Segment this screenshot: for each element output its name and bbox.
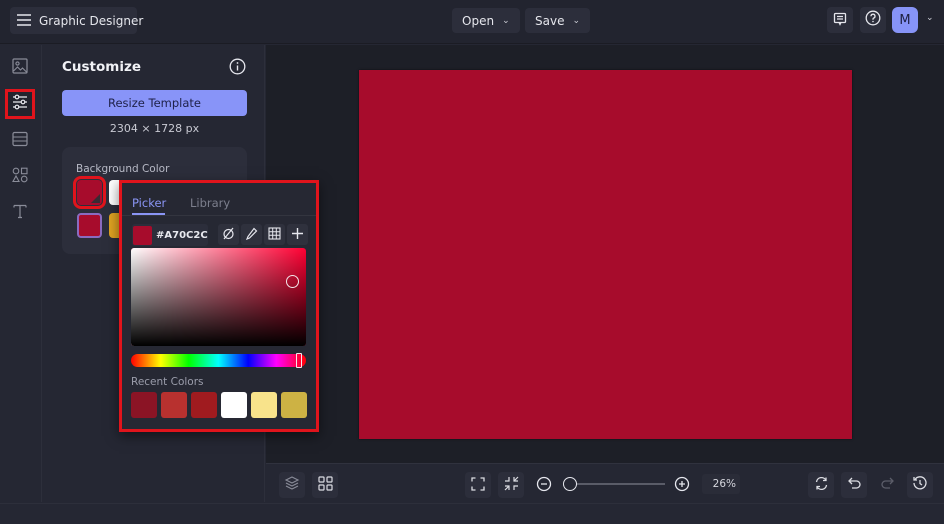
redo-button[interactable]	[874, 472, 900, 498]
open-menu-button[interactable]: Open ⌄	[452, 8, 520, 33]
expand-icon	[471, 476, 485, 495]
shrink-button[interactable]	[498, 472, 524, 498]
history-button[interactable]	[907, 472, 933, 498]
add-color-button[interactable]	[287, 224, 308, 245]
no-color-icon	[222, 225, 235, 244]
zoom-out-icon[interactable]	[536, 476, 552, 496]
recent-color-swatch[interactable]	[221, 392, 247, 418]
tab-picker[interactable]: Picker	[132, 196, 166, 210]
recent-color-swatch[interactable]	[281, 392, 307, 418]
rail-item-text[interactable]	[7, 200, 33, 226]
layers-icon	[284, 475, 300, 495]
recent-colors-label: Recent Colors	[131, 376, 204, 388]
image-icon	[12, 58, 28, 78]
hex-input[interactable]: #A70C2C	[132, 224, 208, 246]
avatar[interactable]: M	[892, 7, 918, 33]
saturation-value-handle[interactable]	[286, 275, 299, 288]
plus-icon	[291, 225, 304, 244]
color-picker-popup: Picker Library #A70C2C Recent Colors	[119, 180, 319, 432]
app-title: Graphic Designer	[39, 13, 144, 28]
artboard[interactable]	[359, 70, 852, 439]
info-icon[interactable]	[229, 58, 246, 79]
sync-button[interactable]	[808, 472, 834, 498]
undo-icon	[847, 476, 862, 495]
recent-color-swatch[interactable]	[191, 392, 217, 418]
help-icon	[865, 10, 881, 30]
feedback-button[interactable]	[827, 7, 853, 33]
eyedropper-button[interactable]	[241, 224, 262, 245]
zoom-in-icon[interactable]	[674, 476, 690, 496]
text-icon	[12, 203, 28, 223]
rail-item-elements[interactable]	[7, 164, 33, 190]
recent-color-swatch[interactable]	[161, 392, 187, 418]
layers-button[interactable]	[279, 472, 305, 498]
hex-value[interactable]: #A70C2C	[156, 230, 208, 241]
zoom-slider-track[interactable]	[568, 483, 665, 485]
zoom-percent[interactable]: 26%	[702, 474, 740, 494]
resize-template-button[interactable]: Resize Template	[62, 90, 247, 116]
shapes-icon	[12, 167, 28, 187]
tab-library[interactable]: Library	[190, 196, 230, 210]
undo-button[interactable]	[841, 472, 867, 498]
swatch-grid-button[interactable]	[264, 224, 285, 245]
current-color-swatch	[133, 225, 152, 245]
save-menu-button[interactable]: Save ⌄	[525, 8, 591, 33]
rail-item-images[interactable]	[7, 55, 33, 81]
chevron-down-icon: ⌄	[502, 15, 510, 26]
save-label: Save	[535, 13, 565, 28]
help-button[interactable]	[860, 7, 886, 33]
top-bar: Graphic Designer Open ⌄ Save ⌄ M ⌄	[0, 0, 944, 44]
shrink-icon	[504, 476, 519, 495]
panel-title: Customize	[62, 59, 141, 75]
swatch-corner-indicator-icon	[91, 194, 100, 203]
tab-divider	[122, 215, 316, 216]
recent-color-swatch[interactable]	[251, 392, 277, 418]
template-dimensions: 2304 × 1728 px	[109, 122, 200, 135]
value-gradient	[131, 248, 306, 346]
redo-icon	[880, 476, 895, 495]
app-menu-button[interactable]: Graphic Designer	[10, 7, 143, 34]
bottom-toolbar: 26%	[266, 463, 944, 503]
open-label: Open	[462, 13, 495, 28]
hue-slider-handle[interactable]	[296, 353, 302, 368]
feedback-icon	[833, 11, 847, 30]
background-color-label: Background Color	[76, 163, 170, 175]
eyedropper-icon	[245, 225, 258, 244]
saturation-value-area[interactable]	[131, 248, 306, 346]
recent-color-swatch[interactable]	[131, 392, 157, 418]
hamburger-menu-icon	[17, 11, 31, 30]
active-tab-indicator	[132, 213, 165, 215]
zoom-slider-handle[interactable]	[563, 477, 577, 491]
account-chevron-down-icon[interactable]: ⌄	[926, 13, 934, 23]
sliders-icon	[12, 94, 28, 114]
refresh-icon	[814, 476, 829, 495]
background-color-swatch-red[interactable]	[77, 213, 102, 238]
background-color-swatch-current[interactable]	[73, 176, 106, 209]
grid-view-button[interactable]	[312, 472, 338, 498]
rail-item-customize[interactable]	[5, 89, 35, 119]
layout-icon	[12, 131, 28, 151]
fit-to-screen-button[interactable]	[465, 472, 491, 498]
history-icon	[912, 475, 928, 495]
no-color-button[interactable]	[218, 224, 239, 245]
canvas-area	[266, 45, 944, 463]
grid-view-icon	[317, 475, 333, 495]
tool-rail	[0, 45, 42, 502]
rail-item-layout[interactable]	[7, 128, 33, 154]
status-footer	[0, 503, 944, 524]
chevron-down-icon: ⌄	[572, 15, 581, 26]
grid-icon	[268, 225, 281, 244]
hue-slider[interactable]	[131, 353, 306, 368]
